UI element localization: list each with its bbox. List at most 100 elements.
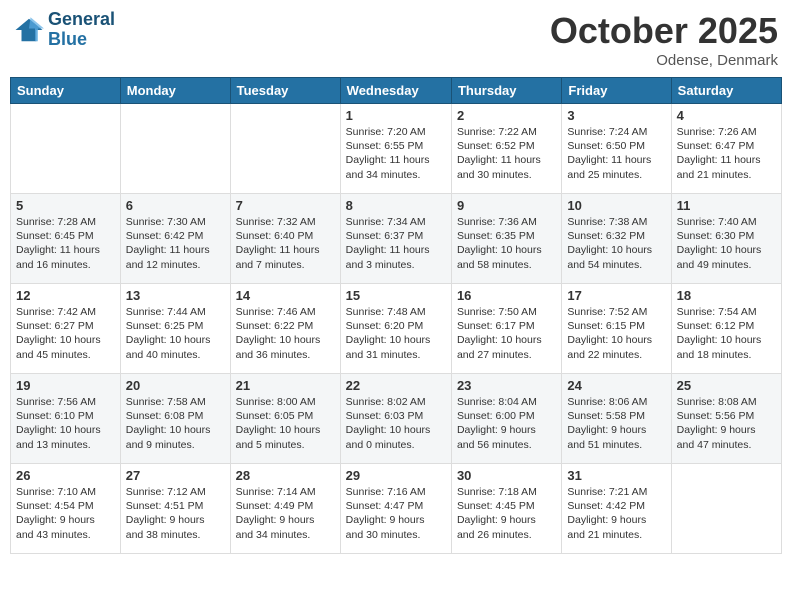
day-number: 27 [126,468,225,483]
calendar-cell: 9 Sunrise: 7:36 AM Sunset: 6:35 PM Daylig… [451,194,561,284]
day-number: 24 [567,378,665,393]
day-info: Sunrise: 8:02 AM Sunset: 6:03 PM Dayligh… [346,395,446,452]
calendar-cell: 22Sunrise: 8:02 AM Sunset: 6:03 PM Dayli… [340,374,451,464]
day-number: 11 [677,198,776,213]
day-number: 13 [126,288,225,303]
col-header-saturday: Saturday [671,78,781,104]
calendar-cell: 24Sunrise: 8:06 AM Sunset: 5:58 PM Dayli… [562,374,671,464]
day-info: Sunrise: 7:20 AM Sunset: 6:55 PM Dayligh… [346,125,446,182]
calendar-cell: 28Sunrise: 7:14 AM Sunset: 4:49 PM Dayli… [230,464,340,554]
day-number: 5 [16,198,115,213]
calendar-cell: 12 Sunrise: 7:42 AM Sunset: 6:27 PM Dayli… [11,284,121,374]
day-info: Sunrise: 7:40 AM Sunset: 6:30 PM Dayligh… [677,215,776,272]
day-number: 3 [567,108,665,123]
day-number: 1 [346,108,446,123]
calendar-week-row: 26 Sunrise: 7:10 AM Sunset: 4:54 PM Dayli… [11,464,782,554]
calendar-cell [671,464,781,554]
day-info: Sunrise: 7:18 AM Sunset: 4:45 PM Dayligh… [457,485,556,542]
logo-text: General Blue [48,10,115,50]
day-number: 7 [236,198,335,213]
day-number: 21 [236,378,335,393]
day-number: 20 [126,378,225,393]
day-info: Sunrise: 7:30 AM Sunset: 6:42 PM Dayligh… [126,215,225,272]
day-number: 31 [567,468,665,483]
calendar-cell: 23 Sunrise: 8:04 AM Sunset: 6:00 PM Dayli… [451,374,561,464]
day-number: 10 [567,198,665,213]
day-info: Sunrise: 7:38 AM Sunset: 6:32 PM Dayligh… [567,215,665,272]
calendar-cell: 15 Sunrise: 7:48 AM Sunset: 6:20 PM Dayli… [340,284,451,374]
day-info: Sunrise: 7:28 AM Sunset: 6:45 PM Dayligh… [16,215,115,272]
calendar-cell: 31Sunrise: 7:21 AM Sunset: 4:42 PM Dayli… [562,464,671,554]
calendar-cell: 13Sunrise: 7:44 AM Sunset: 6:25 PM Dayli… [120,284,230,374]
day-number: 28 [236,468,335,483]
day-info: Sunrise: 7:58 AM Sunset: 6:08 PM Dayligh… [126,395,225,452]
calendar-cell: 1 Sunrise: 7:20 AM Sunset: 6:55 PM Daylig… [340,104,451,194]
day-info: Sunrise: 7:12 AM Sunset: 4:51 PM Dayligh… [126,485,225,542]
day-info: Sunrise: 7:34 AM Sunset: 6:37 PM Dayligh… [346,215,446,272]
calendar-cell: 20 Sunrise: 7:58 AM Sunset: 6:08 PM Dayli… [120,374,230,464]
calendar-week-row: 12 Sunrise: 7:42 AM Sunset: 6:27 PM Dayli… [11,284,782,374]
calendar-cell: 19Sunrise: 7:56 AM Sunset: 6:10 PM Dayli… [11,374,121,464]
day-info: Sunrise: 7:10 AM Sunset: 4:54 PM Dayligh… [16,485,115,542]
calendar-cell: 10 Sunrise: 7:38 AM Sunset: 6:32 PM Dayli… [562,194,671,284]
calendar-week-row: 5 Sunrise: 7:28 AM Sunset: 6:45 PM Daylig… [11,194,782,284]
day-info: Sunrise: 7:16 AM Sunset: 4:47 PM Dayligh… [346,485,446,542]
calendar-week-row: 19Sunrise: 7:56 AM Sunset: 6:10 PM Dayli… [11,374,782,464]
day-number: 12 [16,288,115,303]
day-number: 18 [677,288,776,303]
day-number: 6 [126,198,225,213]
day-number: 17 [567,288,665,303]
day-number: 30 [457,468,556,483]
day-info: Sunrise: 8:00 AM Sunset: 6:05 PM Dayligh… [236,395,335,452]
day-info: Sunrise: 7:22 AM Sunset: 6:52 PM Dayligh… [457,125,556,182]
calendar-cell: 17Sunrise: 7:52 AM Sunset: 6:15 PM Dayli… [562,284,671,374]
day-info: Sunrise: 7:24 AM Sunset: 6:50 PM Dayligh… [567,125,665,182]
calendar-cell: 3 Sunrise: 7:24 AM Sunset: 6:50 PM Daylig… [562,104,671,194]
calendar-cell: 6 Sunrise: 7:30 AM Sunset: 6:42 PM Daylig… [120,194,230,284]
col-header-sunday: Sunday [11,78,121,104]
col-header-wednesday: Wednesday [340,78,451,104]
day-info: Sunrise: 8:08 AM Sunset: 5:56 PM Dayligh… [677,395,776,452]
day-info: Sunrise: 7:26 AM Sunset: 6:47 PM Dayligh… [677,125,776,182]
day-number: 15 [346,288,446,303]
calendar-week-row: 1 Sunrise: 7:20 AM Sunset: 6:55 PM Daylig… [11,104,782,194]
col-header-friday: Friday [562,78,671,104]
day-number: 19 [16,378,115,393]
col-header-tuesday: Tuesday [230,78,340,104]
day-number: 26 [16,468,115,483]
page-header: General Blue October 2025 Odense, Denmar… [10,10,782,69]
day-info: Sunrise: 7:50 AM Sunset: 6:17 PM Dayligh… [457,305,556,362]
day-number: 23 [457,378,556,393]
calendar-cell: 14 Sunrise: 7:46 AM Sunset: 6:22 PM Dayli… [230,284,340,374]
day-info: Sunrise: 7:48 AM Sunset: 6:20 PM Dayligh… [346,305,446,362]
day-info: Sunrise: 7:46 AM Sunset: 6:22 PM Dayligh… [236,305,335,362]
day-number: 16 [457,288,556,303]
day-number: 14 [236,288,335,303]
calendar-cell: 25 Sunrise: 8:08 AM Sunset: 5:56 PM Dayli… [671,374,781,464]
calendar-cell [230,104,340,194]
day-info: Sunrise: 7:36 AM Sunset: 6:35 PM Dayligh… [457,215,556,272]
calendar-cell: 7Sunrise: 7:32 AM Sunset: 6:40 PM Daylig… [230,194,340,284]
calendar-cell: 18 Sunrise: 7:54 AM Sunset: 6:12 PM Dayli… [671,284,781,374]
day-info: Sunrise: 7:54 AM Sunset: 6:12 PM Dayligh… [677,305,776,362]
month-title: October 2025 [550,10,778,52]
calendar-cell: 5 Sunrise: 7:28 AM Sunset: 6:45 PM Daylig… [11,194,121,284]
day-number: 8 [346,198,446,213]
calendar-cell: 21 Sunrise: 8:00 AM Sunset: 6:05 PM Dayli… [230,374,340,464]
calendar-cell [11,104,121,194]
calendar-cell: 16 Sunrise: 7:50 AM Sunset: 6:17 PM Dayli… [451,284,561,374]
calendar-cell: 27 Sunrise: 7:12 AM Sunset: 4:51 PM Dayli… [120,464,230,554]
calendar-table: SundayMondayTuesdayWednesdayThursdayFrid… [10,77,782,554]
calendar-cell: 2 Sunrise: 7:22 AM Sunset: 6:52 PM Daylig… [451,104,561,194]
calendar-cell: 4 Sunrise: 7:26 AM Sunset: 6:47 PM Daylig… [671,104,781,194]
day-info: Sunrise: 8:04 AM Sunset: 6:00 PM Dayligh… [457,395,556,452]
calendar-cell: 11 Sunrise: 7:40 AM Sunset: 6:30 PM Dayli… [671,194,781,284]
day-number: 29 [346,468,446,483]
day-number: 25 [677,378,776,393]
calendar-cell: 26 Sunrise: 7:10 AM Sunset: 4:54 PM Dayli… [11,464,121,554]
location: Odense, Denmark [550,52,778,69]
day-info: Sunrise: 7:42 AM Sunset: 6:27 PM Dayligh… [16,305,115,362]
day-number: 9 [457,198,556,213]
day-number: 4 [677,108,776,123]
day-number: 2 [457,108,556,123]
